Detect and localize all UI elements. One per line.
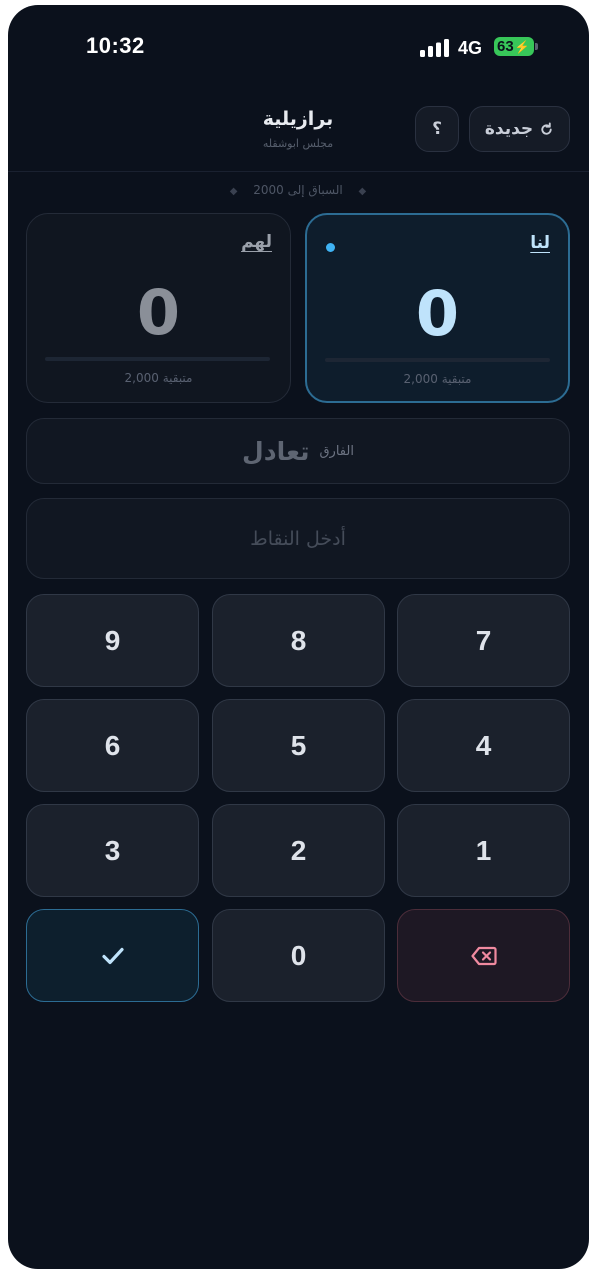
confirm-button[interactable]: [26, 909, 199, 1002]
race-target: السباق إلى 2000: [253, 183, 343, 197]
team-us-card[interactable]: لنا 0 2,000 متبقية: [305, 213, 570, 403]
team-us-remaining: 2,000 متبقية: [403, 372, 472, 386]
key-1[interactable]: 1: [397, 804, 570, 897]
team-us-label: لنا: [530, 233, 550, 253]
key-5[interactable]: 5: [212, 699, 385, 792]
battery-level: 63: [497, 38, 514, 55]
key-2[interactable]: 2: [212, 804, 385, 897]
key-9[interactable]: 9: [26, 594, 199, 687]
team-them-label: لهم: [241, 232, 272, 252]
key-3[interactable]: 3: [26, 804, 199, 897]
team-them-card[interactable]: لهم 0 2,000 متبقية: [26, 213, 291, 403]
key-6[interactable]: 6: [26, 699, 199, 792]
app-screen: 10:32 4G 63 ⚡ جديدة ؟ برازيلية مجلس ابوشق…: [8, 5, 589, 1269]
help-button[interactable]: ؟: [415, 106, 459, 152]
difference-panel: الفارق تعادل: [26, 418, 570, 484]
team-them-progress: [45, 357, 270, 361]
team-us-progress: [325, 358, 550, 362]
race-target-row: ◆ السباق إلى 2000 ◆: [158, 183, 438, 197]
diamond-icon: ◆: [358, 186, 367, 197]
help-label: ؟: [432, 119, 442, 139]
charging-icon: ⚡: [514, 39, 530, 54]
refresh-icon: [541, 121, 552, 135]
key-8[interactable]: 8: [212, 594, 385, 687]
key-4[interactable]: 4: [397, 699, 570, 792]
key-0[interactable]: 0: [212, 909, 385, 1002]
points-input-placeholder: أدخل النقاط: [250, 527, 346, 550]
network-type: 4G: [458, 38, 483, 58]
difference-label: الفارق: [319, 443, 354, 459]
new-game-label: جديدة: [484, 119, 534, 139]
backspace-icon: [470, 946, 497, 965]
difference-value: تعادل: [242, 436, 310, 466]
signal-icon: [420, 39, 449, 57]
status-time: 10:32: [86, 33, 145, 58]
points-input[interactable]: أدخل النقاط: [26, 498, 570, 579]
check-icon: [101, 947, 124, 964]
team-them-remaining: 2,000 متبقية: [124, 371, 193, 385]
battery-icon: 63 ⚡: [494, 37, 534, 56]
header-divider: [8, 171, 589, 172]
new-game-button[interactable]: جديدة: [469, 106, 570, 152]
active-team-indicator: [326, 243, 335, 252]
page-subtitle: مجلس ابوشقله: [262, 137, 334, 150]
diamond-icon: ◆: [229, 186, 238, 197]
key-7[interactable]: 7: [397, 594, 570, 687]
team-us-score: 0: [415, 277, 460, 350]
battery-cap: [535, 43, 538, 50]
team-them-score: 0: [136, 276, 181, 349]
delete-button[interactable]: [397, 909, 570, 1002]
page-title: برازيلية: [262, 108, 334, 130]
